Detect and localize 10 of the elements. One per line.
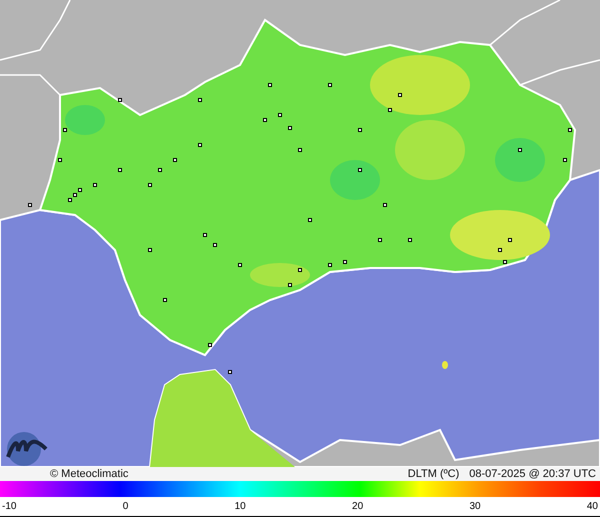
scale-tick-label: 30 [469, 501, 481, 512]
logo-icon [4, 431, 48, 467]
scale-tick-label: -10 [2, 501, 16, 512]
scale-tick-label: 10 [234, 501, 246, 512]
scale-tick-label: 0 [122, 501, 128, 512]
scale-tick-label: 20 [352, 501, 364, 512]
variable-label: DLTM (ºC) [408, 468, 460, 480]
scale-tick-label: 40 [586, 501, 598, 512]
timestamp-label: 08-07-2025 @ 20:37 UTC [469, 468, 596, 480]
attribution-text: © Meteoclimatic [50, 468, 128, 480]
